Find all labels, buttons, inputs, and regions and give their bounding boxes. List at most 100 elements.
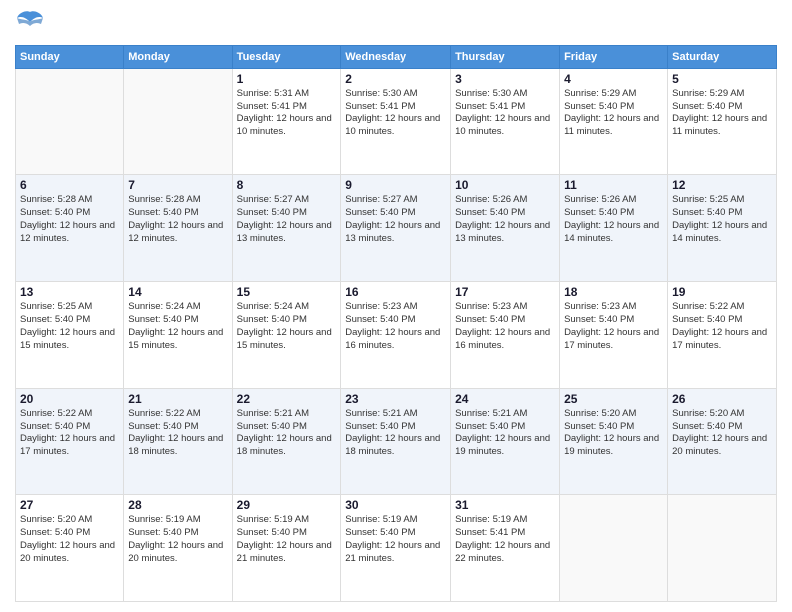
col-tuesday: Tuesday: [232, 45, 341, 68]
day-info: Sunrise: 5:29 AM Sunset: 5:40 PM Dayligh…: [564, 88, 663, 139]
logo: [15, 10, 43, 37]
day-number: 21: [128, 392, 227, 406]
day-number: 13: [20, 285, 119, 299]
day-info: Sunrise: 5:22 AM Sunset: 5:40 PM Dayligh…: [672, 301, 772, 352]
day-number: 8: [237, 178, 337, 192]
col-monday: Monday: [124, 45, 232, 68]
day-number: 18: [564, 285, 663, 299]
table-row: 16 Sunrise: 5:23 AM Sunset: 5:40 PM Dayli…: [341, 282, 451, 389]
col-wednesday: Wednesday: [341, 45, 451, 68]
day-number: 25: [564, 392, 663, 406]
table-row: 31 Sunrise: 5:19 AM Sunset: 5:41 PM Dayli…: [451, 495, 560, 602]
table-row: 25Sunrise: 5:20 AM Sunset: 5:40 PM Dayli…: [560, 388, 668, 495]
day-info: Sunrise: 5:26 AM Sunset: 5:40 PM Dayligh…: [564, 194, 663, 245]
day-number: 17: [455, 285, 555, 299]
day-number: 15: [237, 285, 337, 299]
table-row: 23 Sunrise: 5:21 AM Sunset: 5:40 PM Dayli…: [341, 388, 451, 495]
day-info: Sunrise: 5:29 AM Sunset: 5:40 PM Dayligh…: [672, 88, 772, 139]
calendar-week-row: 1 Sunrise: 5:31 AM Sunset: 5:41 PM Daylig…: [16, 68, 777, 175]
day-info: Sunrise: 5:27 AM Sunset: 5:40 PM Dayligh…: [237, 194, 337, 245]
day-info: Sunrise: 5:22 AM Sunset: 5:40 PM Dayligh…: [20, 408, 119, 459]
day-number: 30: [345, 498, 446, 512]
table-row: 17 Sunrise: 5:23 AM Sunset: 5:40 PM Dayli…: [451, 282, 560, 389]
day-number: 12: [672, 178, 772, 192]
day-info: Sunrise: 5:19 AM Sunset: 5:41 PM Dayligh…: [455, 514, 555, 565]
table-row: 11 Sunrise: 5:26 AM Sunset: 5:40 PM Dayli…: [560, 175, 668, 282]
table-row: 20 Sunrise: 5:22 AM Sunset: 5:40 PM Dayli…: [16, 388, 124, 495]
day-number: 16: [345, 285, 446, 299]
day-number: 28: [128, 498, 227, 512]
calendar-week-row: 6Sunrise: 5:28 AM Sunset: 5:40 PM Daylig…: [16, 175, 777, 282]
day-info: Sunrise: 5:21 AM Sunset: 5:40 PM Dayligh…: [237, 408, 337, 459]
table-row: 29 Sunrise: 5:19 AM Sunset: 5:40 PM Dayli…: [232, 495, 341, 602]
table-row: 30 Sunrise: 5:19 AM Sunset: 5:40 PM Dayli…: [341, 495, 451, 602]
day-number: 14: [128, 285, 227, 299]
day-info: Sunrise: 5:28 AM Sunset: 5:40 PM Dayligh…: [20, 194, 119, 245]
day-info: Sunrise: 5:23 AM Sunset: 5:40 PM Dayligh…: [455, 301, 555, 352]
table-row: 1 Sunrise: 5:31 AM Sunset: 5:41 PM Daylig…: [232, 68, 341, 175]
day-number: 10: [455, 178, 555, 192]
day-number: 1: [237, 72, 337, 86]
table-row: 14 Sunrise: 5:24 AM Sunset: 5:40 PM Dayli…: [124, 282, 232, 389]
day-number: 20: [20, 392, 119, 406]
table-row: 12 Sunrise: 5:25 AM Sunset: 5:40 PM Dayli…: [668, 175, 777, 282]
day-number: 2: [345, 72, 446, 86]
table-row: 22 Sunrise: 5:21 AM Sunset: 5:40 PM Dayli…: [232, 388, 341, 495]
table-row: [16, 68, 124, 175]
table-row: 19 Sunrise: 5:22 AM Sunset: 5:40 PM Dayli…: [668, 282, 777, 389]
day-info: Sunrise: 5:19 AM Sunset: 5:40 PM Dayligh…: [345, 514, 446, 565]
calendar-header-row: Sunday Monday Tuesday Wednesday Thursday…: [16, 45, 777, 68]
day-info: Sunrise: 5:23 AM Sunset: 5:40 PM Dayligh…: [345, 301, 446, 352]
header: [15, 10, 777, 37]
table-row: 3 Sunrise: 5:30 AM Sunset: 5:41 PM Daylig…: [451, 68, 560, 175]
day-number: 31: [455, 498, 555, 512]
calendar-week-row: 27 Sunrise: 5:20 AM Sunset: 5:40 PM Dayli…: [16, 495, 777, 602]
table-row: 2Sunrise: 5:30 AM Sunset: 5:41 PM Daylig…: [341, 68, 451, 175]
table-row: 26 Sunrise: 5:20 AM Sunset: 5:40 PM Dayli…: [668, 388, 777, 495]
day-number: 22: [237, 392, 337, 406]
table-row: 28Sunrise: 5:19 AM Sunset: 5:40 PM Dayli…: [124, 495, 232, 602]
col-thursday: Thursday: [451, 45, 560, 68]
table-row: 24 Sunrise: 5:21 AM Sunset: 5:40 PM Dayli…: [451, 388, 560, 495]
table-row: 6Sunrise: 5:28 AM Sunset: 5:40 PM Daylig…: [16, 175, 124, 282]
table-row: 15 Sunrise: 5:24 AM Sunset: 5:40 PM Dayli…: [232, 282, 341, 389]
table-row: 27 Sunrise: 5:20 AM Sunset: 5:40 PM Dayli…: [16, 495, 124, 602]
table-row: 21Sunrise: 5:22 AM Sunset: 5:40 PM Dayli…: [124, 388, 232, 495]
table-row: [560, 495, 668, 602]
day-number: 23: [345, 392, 446, 406]
day-info: Sunrise: 5:21 AM Sunset: 5:40 PM Dayligh…: [455, 408, 555, 459]
logo-bird-icon: [15, 10, 45, 32]
table-row: [124, 68, 232, 175]
day-info: Sunrise: 5:24 AM Sunset: 5:40 PM Dayligh…: [128, 301, 227, 352]
table-row: 13 Sunrise: 5:25 AM Sunset: 5:40 PM Dayli…: [16, 282, 124, 389]
day-number: 11: [564, 178, 663, 192]
day-info: Sunrise: 5:25 AM Sunset: 5:40 PM Dayligh…: [672, 194, 772, 245]
day-number: 29: [237, 498, 337, 512]
day-info: Sunrise: 5:21 AM Sunset: 5:40 PM Dayligh…: [345, 408, 446, 459]
day-number: 26: [672, 392, 772, 406]
calendar-week-row: 20 Sunrise: 5:22 AM Sunset: 5:40 PM Dayli…: [16, 388, 777, 495]
table-row: 18Sunrise: 5:23 AM Sunset: 5:40 PM Dayli…: [560, 282, 668, 389]
day-number: 3: [455, 72, 555, 86]
day-info: Sunrise: 5:30 AM Sunset: 5:41 PM Dayligh…: [455, 88, 555, 139]
day-info: Sunrise: 5:20 AM Sunset: 5:40 PM Dayligh…: [672, 408, 772, 459]
calendar-table: Sunday Monday Tuesday Wednesday Thursday…: [15, 45, 777, 602]
day-number: 24: [455, 392, 555, 406]
day-info: Sunrise: 5:20 AM Sunset: 5:40 PM Dayligh…: [20, 514, 119, 565]
day-info: Sunrise: 5:24 AM Sunset: 5:40 PM Dayligh…: [237, 301, 337, 352]
table-row: [668, 495, 777, 602]
day-number: 19: [672, 285, 772, 299]
day-number: 7: [128, 178, 227, 192]
table-row: 9 Sunrise: 5:27 AM Sunset: 5:40 PM Daylig…: [341, 175, 451, 282]
table-row: 8 Sunrise: 5:27 AM Sunset: 5:40 PM Daylig…: [232, 175, 341, 282]
day-info: Sunrise: 5:27 AM Sunset: 5:40 PM Dayligh…: [345, 194, 446, 245]
day-number: 9: [345, 178, 446, 192]
day-info: Sunrise: 5:25 AM Sunset: 5:40 PM Dayligh…: [20, 301, 119, 352]
table-row: 5Sunrise: 5:29 AM Sunset: 5:40 PM Daylig…: [668, 68, 777, 175]
col-sunday: Sunday: [16, 45, 124, 68]
day-number: 27: [20, 498, 119, 512]
table-row: 10Sunrise: 5:26 AM Sunset: 5:40 PM Dayli…: [451, 175, 560, 282]
day-info: Sunrise: 5:28 AM Sunset: 5:40 PM Dayligh…: [128, 194, 227, 245]
day-info: Sunrise: 5:31 AM Sunset: 5:41 PM Dayligh…: [237, 88, 337, 139]
day-info: Sunrise: 5:19 AM Sunset: 5:40 PM Dayligh…: [237, 514, 337, 565]
